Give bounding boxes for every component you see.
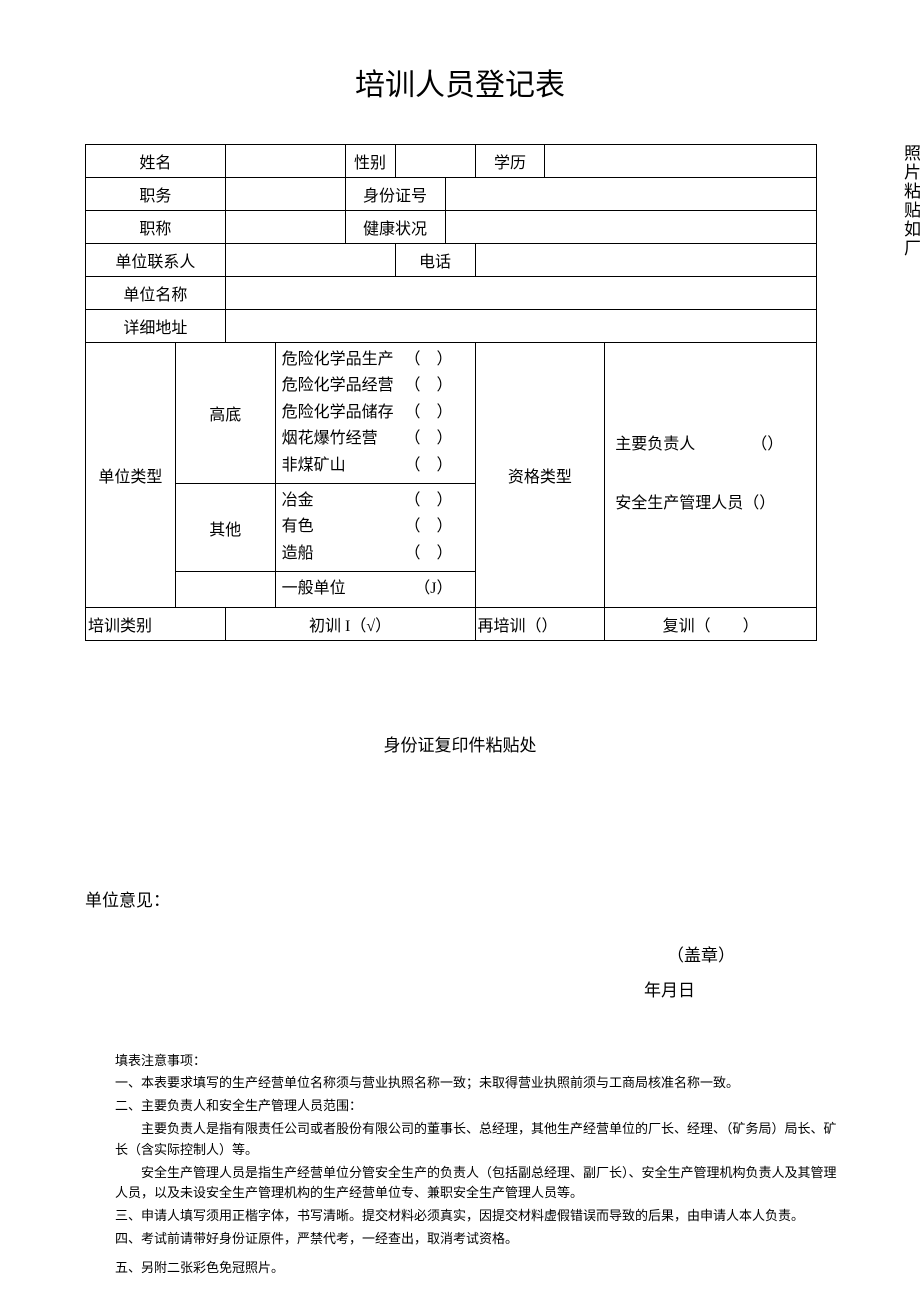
item-name: 危险化学品储存 <box>282 402 394 424</box>
qual-item-b[interactable]: 安全生产管理人员（） <box>615 485 806 523</box>
note-5: 五、另附二张彩色免冠照片。 <box>115 1258 845 1279</box>
education-value[interactable] <box>545 145 817 178</box>
form-area: 姓名 性别 学历 职务 身份证号 职称 健康状况 单位联系人 电话 单位名称 详… <box>85 144 875 641</box>
unittype-group2-label: 其他 <box>175 483 275 571</box>
address-value[interactable] <box>225 310 816 343</box>
item-paren[interactable]: （ ） <box>405 402 459 424</box>
photo-paste-label: 照片粘贴如厂 <box>899 144 919 258</box>
item-name: 有色 <box>282 516 314 538</box>
note-2: 二、主要负责人和安全生产管理人员范围： <box>115 1096 845 1117</box>
item-name: 危险化学品经营 <box>282 375 394 397</box>
note-2b: 安全生产管理人员是指生产经营单位分管安全生产的负责人（包括副总经理、副厂长）、安… <box>115 1163 845 1205</box>
qualtype-items: 主要负责人 （） 安全生产管理人员（） <box>605 343 817 608</box>
unittype-label: 单位类型 <box>86 343 176 608</box>
titlerank-value[interactable] <box>225 211 345 244</box>
trainingcat-label: 培训类别 <box>86 607 226 640</box>
opinion-stamp: （盖章） <box>85 941 815 966</box>
item-paren[interactable]: （ ） <box>405 428 459 450</box>
notes-header: 填表注意事项： <box>115 1051 845 1072</box>
item-paren[interactable]: （ ） <box>405 543 459 565</box>
titlerank-label: 职称 <box>86 211 226 244</box>
unittype-group2-items: 冶金 （ ） 有色 （ ） 造船 （ ） <box>275 483 475 571</box>
item-paren[interactable]: （ ） <box>405 455 459 477</box>
education-label: 学历 <box>475 145 545 178</box>
item-paren[interactable]: （ ） <box>405 349 459 371</box>
name-value[interactable] <box>225 145 345 178</box>
item-name: 危险化学品生产 <box>282 349 394 371</box>
training-initial[interactable]: 初训 I（√） <box>225 607 475 640</box>
unitname-label: 单位名称 <box>86 277 226 310</box>
item-paren[interactable]: （ ） <box>405 490 459 512</box>
item-paren[interactable]: （ ） <box>405 516 459 538</box>
qual-item-a[interactable]: 主要负责人 （） <box>615 426 806 464</box>
position-value[interactable] <box>225 178 345 211</box>
page-title: 培训人员登记表 <box>45 60 875 104</box>
health-value[interactable] <box>445 211 816 244</box>
qualtype-label: 资格类型 <box>475 343 605 608</box>
note-1: 一、本表要求填写的生产经营单位名称须与营业执照名称一致；未取得营业执照前须与工商… <box>115 1073 845 1094</box>
gender-label: 性别 <box>345 145 395 178</box>
registration-table: 姓名 性别 学历 职务 身份证号 职称 健康状况 单位联系人 电话 单位名称 详… <box>85 144 817 641</box>
phone-label: 电话 <box>395 244 475 277</box>
unittype-group1-label: 高底 <box>175 343 275 484</box>
item-name: 一般单位 <box>282 578 346 600</box>
note-3: 三、申请人填写须用正楷字体，书写清晰。提交材料必须真实，因提交材料虚假错误而导致… <box>115 1206 845 1227</box>
training-review[interactable]: 复训（ ） <box>605 607 817 640</box>
name-label: 姓名 <box>86 145 226 178</box>
unittype-group1-items: 危险化学品生产 （ ） 危险化学品经营 （ ） 危险化学品储存 （ ） 烟花爆竹经营 （… <box>275 343 475 484</box>
position-label: 职务 <box>86 178 226 211</box>
item-paren[interactable]: （J） <box>414 578 458 600</box>
note-4: 四、考试前请带好身份证原件，严禁代考，一经查出，取消考试资格。 <box>115 1229 845 1250</box>
id-copy-area: 身份证复印件粘贴处 <box>45 731 875 756</box>
item-name: 非煤矿山 <box>282 455 346 477</box>
idno-label: 身份证号 <box>345 178 445 211</box>
note-2a: 主要负责人是指有限责任公司或者股份有限公司的董事长、总经理，其他生产经营单位的厂… <box>115 1119 845 1161</box>
unitcontact-value[interactable] <box>225 244 395 277</box>
opinion-label: 单位意见： <box>85 886 815 911</box>
unittype-group3-blank <box>175 572 275 607</box>
unit-opinion-section: 单位意见： （盖章） 年月日 <box>85 886 815 1001</box>
health-label: 健康状况 <box>345 211 445 244</box>
item-paren[interactable]: （ ） <box>405 375 459 397</box>
unitcontact-label: 单位联系人 <box>86 244 226 277</box>
phone-value[interactable] <box>475 244 816 277</box>
unitname-value[interactable] <box>225 277 816 310</box>
item-name: 烟花爆竹经营 <box>282 428 378 450</box>
unittype-group3-items: 一般单位 （J） <box>275 572 475 607</box>
notes-section: 填表注意事项： 一、本表要求填写的生产经营单位名称须与营业执照名称一致；未取得营… <box>115 1051 845 1279</box>
idno-value[interactable] <box>445 178 816 211</box>
training-retrain[interactable]: 再培训（） <box>475 607 605 640</box>
item-name: 造船 <box>282 543 314 565</box>
address-label: 详细地址 <box>86 310 226 343</box>
opinion-date: 年月日 <box>85 976 815 1001</box>
gender-value[interactable] <box>395 145 475 178</box>
item-name: 冶金 <box>282 490 314 512</box>
